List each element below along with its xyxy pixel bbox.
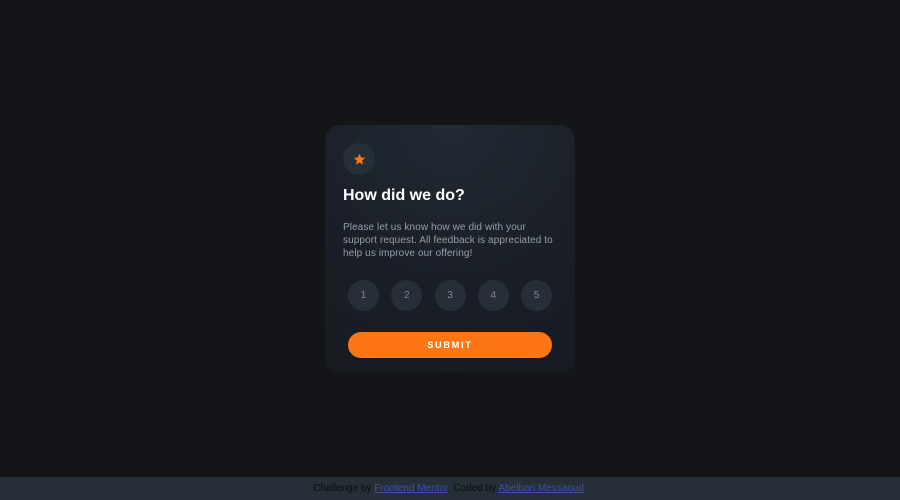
card-description: Please let us know how we did with your … bbox=[343, 222, 553, 259]
rating-options: 1 2 3 4 5 bbox=[348, 280, 552, 311]
rating-5-button[interactable]: 5 bbox=[521, 280, 552, 311]
rating-4-button[interactable]: 4 bbox=[477, 280, 509, 311]
star-badge bbox=[343, 143, 375, 175]
rating-card: How did we do? Please let us know how we… bbox=[325, 125, 575, 373]
author-link[interactable]: Abelbari Messaoud bbox=[498, 483, 584, 494]
attribution-challenge-text: Challenge by bbox=[313, 483, 372, 494]
card-title: How did we do? bbox=[343, 187, 465, 204]
page: How did we do? Please let us know how we… bbox=[0, 0, 900, 500]
rating-2-button[interactable]: 2 bbox=[391, 280, 423, 311]
attribution-coded-text: . Coded by bbox=[447, 483, 497, 494]
rating-1-button[interactable]: 1 bbox=[348, 280, 379, 311]
attribution-suffix: . bbox=[583, 483, 587, 494]
frontend-mentor-link[interactable]: Frontend Mentor bbox=[374, 483, 447, 494]
star-icon bbox=[353, 153, 365, 165]
submit-button[interactable]: SUBMIT bbox=[348, 332, 552, 358]
rating-3-button[interactable]: 3 bbox=[434, 280, 466, 311]
attribution-footer: Challenge by Frontend Mentor. Coded by A… bbox=[0, 477, 900, 500]
